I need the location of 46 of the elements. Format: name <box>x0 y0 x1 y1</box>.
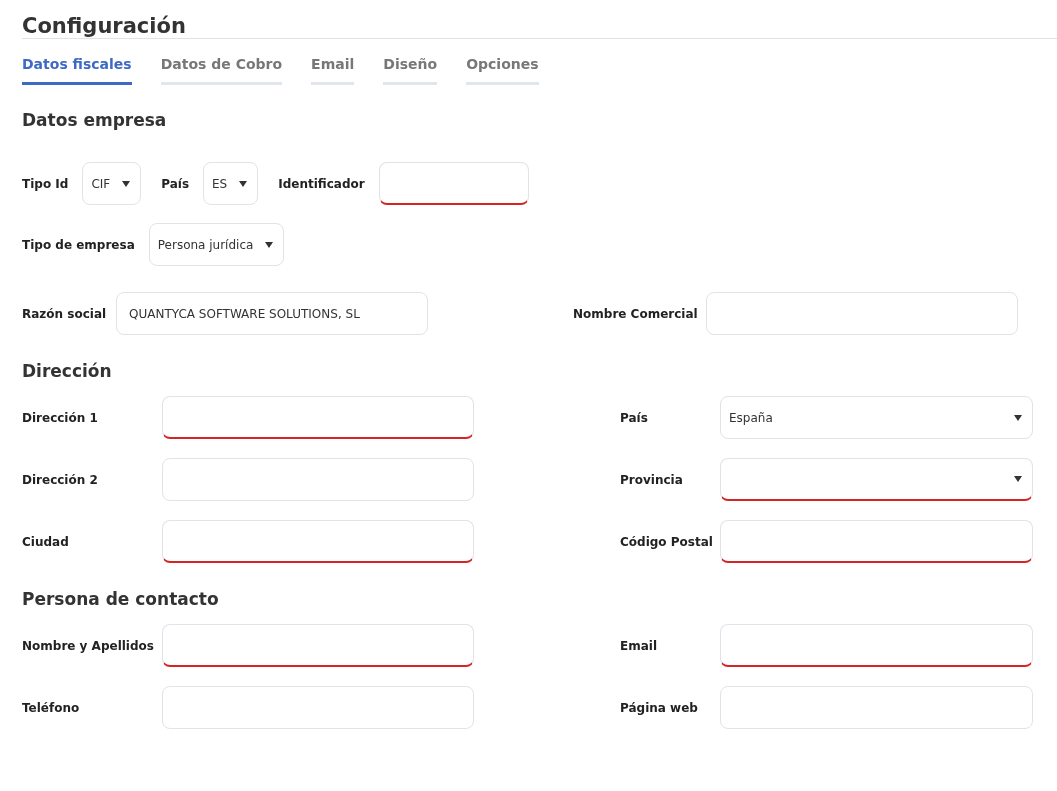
tab[interactable]: Opciones <box>466 56 539 85</box>
select-field[interactable] <box>720 458 1033 501</box>
field-label: País <box>620 410 649 425</box>
tab[interactable]: Email <box>311 56 355 85</box>
caret-icon <box>239 180 248 187</box>
field-label: Ciudad <box>22 534 70 549</box>
input-field[interactable] <box>162 458 474 501</box>
field-label: Página web <box>620 700 699 715</box>
field-label: Dirección 1 <box>22 410 99 425</box>
field-label: Nombre y Apellidos <box>22 638 155 653</box>
input-field[interactable] <box>720 624 1033 667</box>
caret-icon <box>122 180 131 187</box>
page-title: Configuración <box>22 0 1057 39</box>
select-field[interactable]: ES <box>203 162 259 205</box>
field-label: Identificador <box>278 176 365 191</box>
field-label: Tipo Id <box>22 176 69 191</box>
select-field[interactable]: CIF <box>82 162 142 205</box>
tab[interactable]: Datos de Cobro <box>160 56 283 85</box>
select-field[interactable]: Persona jurídica <box>148 223 285 266</box>
field-label: Código Postal <box>620 534 714 549</box>
caret-icon <box>1014 476 1022 482</box>
input-field[interactable] <box>378 162 529 205</box>
tab[interactable]: Diseño <box>383 56 438 85</box>
field-label: Razón social <box>22 306 108 321</box>
field-label: Provincia <box>620 472 684 487</box>
field-label: Nombre Comercial <box>573 306 699 321</box>
input-field[interactable] <box>720 520 1033 563</box>
select-field[interactable]: España <box>720 396 1033 439</box>
field-label: Dirección 2 <box>22 472 99 487</box>
caret-icon <box>1014 414 1022 421</box>
input-field[interactable]: QUANTYCA SOFTWARE SOLUTIONS, SL <box>116 292 428 335</box>
input-field[interactable] <box>706 292 1018 335</box>
input-field[interactable] <box>162 396 474 439</box>
field-label: Teléfono <box>22 700 81 715</box>
field-label: Email <box>620 638 659 653</box>
input-field[interactable] <box>162 686 474 729</box>
tab[interactable]: Datos fiscales <box>22 56 132 85</box>
input-field[interactable] <box>162 624 474 667</box>
field-label: País <box>161 176 190 191</box>
input-field[interactable] <box>720 686 1033 729</box>
section-heading: Datos empresa <box>22 109 168 131</box>
field-label: Tipo de empresa <box>22 237 135 252</box>
section-heading: Dirección <box>22 360 113 382</box>
input-field[interactable] <box>162 520 474 563</box>
section-heading: Persona de contacto <box>22 588 220 610</box>
caret-icon <box>265 241 274 248</box>
